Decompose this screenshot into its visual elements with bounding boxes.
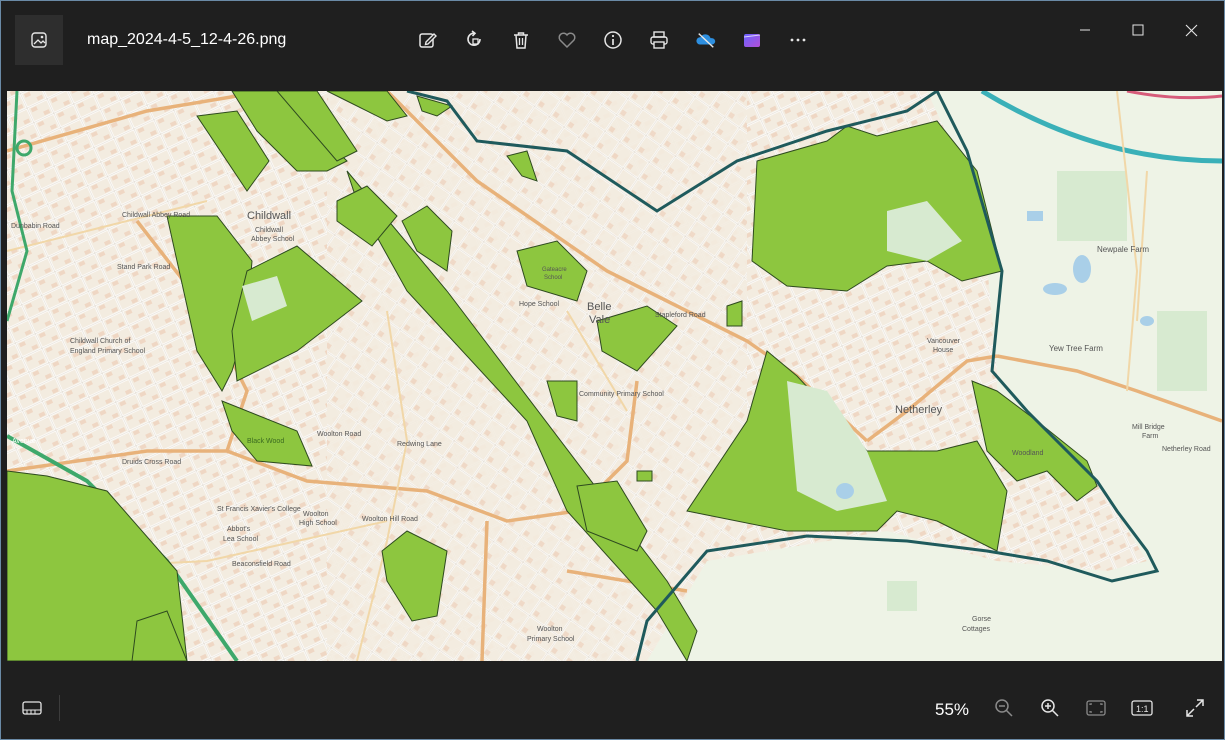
clipchamp-button[interactable]	[737, 25, 767, 55]
map-image: Childwall Childwall Abbey School Belle V…	[7, 91, 1222, 661]
zoom-out-icon	[995, 699, 1013, 717]
label-childwall: Childwall	[247, 210, 291, 222]
label-vale: Vale	[589, 314, 610, 326]
status-bar: 55% 1:1	[1, 661, 1224, 739]
filmstrip-icon	[22, 701, 42, 715]
label-avenue: Avenue	[12, 438, 36, 445]
label-abbots: Abbot's	[227, 526, 251, 533]
label-gateacre-school: Gateacre	[542, 267, 567, 273]
onedrive-icon	[696, 33, 716, 48]
close-button[interactable]	[1171, 15, 1211, 45]
rotate-button[interactable]	[460, 25, 490, 55]
label-vancouver-2: House	[933, 347, 953, 354]
label-yew-tree-farm: Yew Tree Farm	[1049, 344, 1103, 353]
label-beaconsfield: Beaconsfield Road	[232, 561, 291, 568]
edit-image-button[interactable]	[413, 25, 443, 55]
maximize-icon	[1132, 24, 1144, 36]
label-woodland: Woodland	[1012, 450, 1044, 457]
field	[1057, 171, 1127, 241]
print-button[interactable]	[644, 25, 674, 55]
svg-text:1:1: 1:1	[1136, 704, 1149, 714]
label-abbots-2: Lea School	[223, 536, 258, 543]
favorite-button[interactable]	[552, 25, 582, 55]
label-woolton-high: Woolton	[303, 511, 329, 518]
label-childwall-abbey-school: Abbey School	[251, 236, 295, 243]
title-bar: map_2024-4-5_12-4-26.png	[1, 1, 1224, 91]
label-black-wood: Black Wood	[247, 438, 284, 445]
label-mill-bridge-2: Farm	[1142, 433, 1159, 440]
label-belle: Belle	[587, 301, 611, 313]
minimize-icon	[1080, 29, 1090, 31]
fit-to-window-button[interactable]	[1081, 693, 1111, 723]
label-woolton-hill: Woolton Hill Road	[362, 516, 418, 523]
rotate-icon	[467, 30, 481, 46]
label-woolton-primary-2: Primary School	[527, 636, 575, 643]
divider	[59, 695, 60, 721]
fullscreen-icon	[1186, 699, 1204, 717]
pond	[1073, 255, 1091, 283]
field	[887, 581, 917, 611]
label-st-francis: St Francis Xavier's College	[217, 506, 301, 513]
label-newpale-farm: Newpale Farm	[1097, 245, 1149, 254]
zoom-level: 55%	[935, 700, 970, 719]
label-childwall-church-2: England Primary School	[70, 348, 146, 355]
pond	[1043, 283, 1067, 295]
label-community-school: Community Primary School	[579, 391, 664, 398]
onedrive-button[interactable]	[691, 25, 721, 55]
print-icon	[650, 31, 668, 49]
close-icon	[1185, 24, 1197, 36]
zoom-out-button[interactable]	[989, 693, 1019, 723]
edit-image-icon	[419, 33, 437, 48]
pond	[1027, 211, 1043, 221]
label-vancouver: Vancouver	[927, 338, 961, 345]
label-childwall-church: Childwall Church of	[70, 338, 130, 345]
label-stand-park: Stand Park Road	[117, 264, 170, 271]
clipchamp-icon	[743, 34, 761, 47]
pond	[1140, 316, 1154, 326]
zoom-in-icon	[1041, 699, 1059, 717]
maximize-button[interactable]	[1118, 15, 1158, 45]
map-image-canvas[interactable]: Childwall Childwall Abbey School Belle V…	[7, 91, 1222, 661]
info-icon	[604, 31, 622, 49]
label-dunbabin-road: Dunbabin Road	[11, 223, 60, 230]
actual-size-button[interactable]: 1:1	[1127, 693, 1157, 723]
label-netherley-road: Netherley Road	[1162, 446, 1211, 453]
delete-button[interactable]	[506, 25, 536, 55]
favorite-icon	[558, 32, 576, 49]
label-hope-school: Hope School	[519, 301, 560, 308]
label-woolton-road: Woolton Road	[317, 431, 361, 438]
photos-app-icon[interactable]	[15, 15, 63, 65]
label-gateacre-school-2: School	[544, 275, 562, 281]
label-childwall-road: Childwall Abbey Road	[122, 212, 190, 219]
pond	[836, 483, 854, 499]
label-redwing-lane: Redwing Lane	[397, 441, 442, 448]
zoom-in-button[interactable]	[1035, 693, 1065, 723]
photos-app-window: map_2024-4-5_12-4-26.png Childwall Child…	[0, 0, 1225, 740]
delete-icon	[514, 32, 528, 49]
more-options-icon	[790, 38, 806, 42]
file-name-title: map_2024-4-5_12-4-26.png	[87, 31, 287, 48]
minimize-button[interactable]	[1065, 15, 1105, 45]
filmstrip-button[interactable]	[17, 693, 47, 723]
info-button[interactable]	[598, 25, 628, 55]
fullscreen-button[interactable]	[1180, 693, 1210, 723]
label-gorse-2: Cottages	[962, 626, 991, 633]
field	[1157, 311, 1207, 391]
label-childwall-abbey: Childwall	[255, 227, 283, 234]
label-mill-bridge: Mill Bridge	[1132, 424, 1165, 431]
label-druids-cross: Druids Cross Road	[122, 459, 181, 466]
label-woolton-high-2: High School	[299, 520, 337, 527]
label-stapleford: Stapleford Road	[655, 312, 706, 319]
label-netherley: Netherley	[895, 404, 943, 416]
image-icon	[31, 32, 47, 48]
label-woolton-primary: Woolton	[537, 626, 563, 633]
more-options-button[interactable]	[783, 25, 813, 55]
label-gorse: Gorse	[972, 616, 991, 623]
fit-to-window-icon	[1086, 700, 1106, 716]
actual-size-icon: 1:1	[1131, 700, 1153, 716]
